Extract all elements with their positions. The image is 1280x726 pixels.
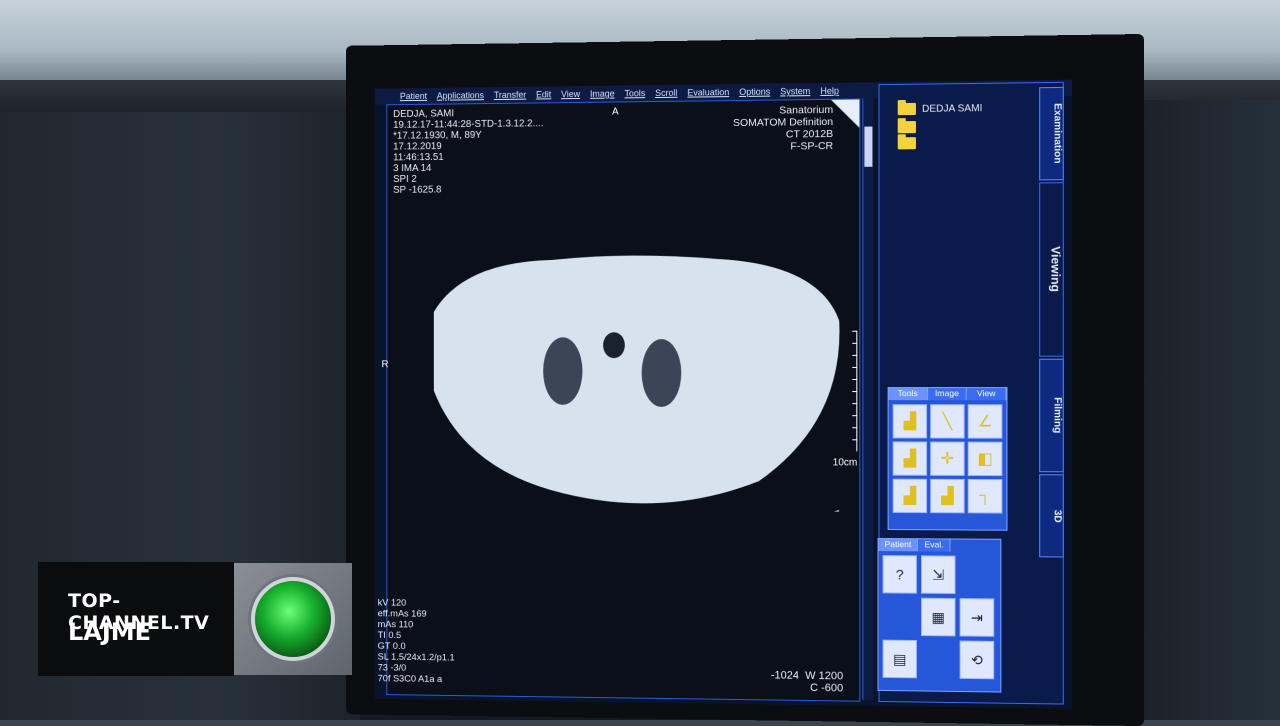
tab-viewing[interactable]: Viewing: [1039, 182, 1064, 357]
help-icon[interactable]: ?: [882, 555, 917, 594]
broadcast-section: LAJME: [68, 618, 152, 646]
scan-params-overlay: kV 120 eff.mAs 169 mAs 110 TI 0.5 GT 0.0…: [378, 598, 455, 686]
scale-label: 10cm: [832, 457, 858, 469]
ct-table-line-1: [424, 509, 839, 511]
screen: Patient Applications Transfer Edit View …: [374, 79, 1073, 709]
emblem-icon: [251, 577, 335, 661]
ct-body-outline: [433, 254, 840, 505]
menu-applications[interactable]: Applications: [437, 87, 484, 103]
menu-transfer[interactable]: Transfer: [494, 87, 526, 103]
tab-eval[interactable]: Eval.: [918, 539, 951, 552]
param-kv: kV 120: [377, 597, 407, 609]
patient-folder[interactable]: DEDJA SAMI: [897, 102, 983, 116]
menu-view[interactable]: View: [561, 86, 580, 102]
ct-lung-right: [543, 337, 583, 405]
patient-eval-palette: Patient Eval. ? ⇲ ▦ ⇥ ▤ ⟲: [877, 537, 1002, 693]
empty-slot: [960, 556, 995, 595]
param-effmas: eff.mAs 169: [377, 608, 427, 620]
image-viewport[interactable]: A R DEDJA, SAMI 19.12.17-11:44:28-STD-1.…: [378, 98, 861, 702]
folder-icon: [897, 102, 916, 116]
tools-grid: ▟ ╲ ∠ ▟ ✛ ◧ ▟ ▟ ┐: [889, 400, 1007, 517]
menu-scroll[interactable]: Scroll: [655, 85, 677, 101]
broadcast-logo: TOP-CHANNEL.TV LAJME: [38, 562, 234, 676]
menu-evaluation[interactable]: Evaluation: [687, 84, 729, 101]
tab-view[interactable]: View: [967, 388, 1007, 401]
scanner-model: SOMATOM Definition: [733, 115, 834, 130]
institution-name: Sanatorium: [779, 103, 834, 117]
menu-tools[interactable]: Tools: [624, 85, 645, 101]
folder-stack-icon[interactable]: ▤: [882, 639, 917, 679]
orientation-right: R: [381, 359, 389, 371]
monitor: Patient Applications Transfer Edit View …: [345, 33, 1145, 726]
rotate-icon[interactable]: ⟲: [959, 640, 995, 680]
folder-icon[interactable]: [897, 121, 916, 134]
menu-system[interactable]: System: [780, 83, 810, 99]
histogram-icon[interactable]: ▟: [892, 404, 928, 439]
window-level: -1024: [770, 669, 799, 682]
histogram-icon[interactable]: ▟: [892, 441, 928, 476]
menu-edit[interactable]: Edit: [536, 86, 551, 102]
institution-overlay: Sanatorium SOMATOM Definition CT 2012B F…: [733, 104, 833, 153]
window-overlay: -1024 W 1200 C -600: [771, 669, 843, 694]
slice-position: SP -1625.8: [393, 184, 442, 196]
patient-info-overlay: DEDJA, SAMI 19.12.17-11:44:28-STD-1.3.12…: [393, 107, 543, 195]
pe-tabs: Patient Eval.: [878, 538, 1001, 552]
ct-trachea: [603, 332, 625, 359]
layout-grid-icon[interactable]: ▦: [921, 597, 956, 637]
ct-scan-image: [405, 254, 860, 511]
tools-palette: Tools Image View ▟ ╲ ∠ ▟ ✛ ◧ ▟ ▟ ┐: [887, 387, 1008, 531]
window-width: W 1200: [805, 669, 844, 683]
menu-image[interactable]: Image: [590, 86, 615, 102]
load-icon[interactable]: ⇲: [921, 555, 956, 595]
histogram-icon[interactable]: ▟: [930, 478, 965, 514]
empty-slot: [883, 597, 917, 636]
tab-filming[interactable]: Filming: [1039, 358, 1064, 473]
background-wall-right: [1130, 100, 1280, 720]
scrollbar-thumb[interactable]: [864, 126, 873, 167]
study-id: 19.12.17-11:44:28-STD-1.3.12.2....: [393, 118, 544, 131]
corner-tool-icon[interactable]: ┐: [967, 478, 1003, 514]
menu-options[interactable]: Options: [739, 84, 770, 100]
empty-slot: [921, 640, 956, 679]
roi-tool-icon[interactable]: ◧: [967, 441, 1003, 477]
param-ti: TI 0.5: [377, 629, 402, 642]
angle-tool-icon[interactable]: ∠: [967, 404, 1003, 439]
param-kernel: 70f S3C0 A1a a: [377, 673, 443, 686]
param-mas: mAs 110: [377, 619, 414, 631]
orientation-code: F-SP-CR: [790, 140, 834, 153]
scanner-version: CT 2012B: [785, 127, 834, 141]
scale-bar: [850, 330, 858, 452]
tab-examination[interactable]: Examination: [1039, 86, 1064, 181]
line-tool-icon[interactable]: ╲: [930, 404, 965, 439]
tab-3d[interactable]: 3D: [1039, 474, 1064, 558]
orientation-anterior: A: [612, 106, 619, 118]
menu-patient[interactable]: Patient: [400, 88, 427, 104]
broadcast-emblem: [234, 563, 352, 675]
corner-marker[interactable]: [831, 99, 860, 128]
transfer-icon[interactable]: ⇥: [959, 598, 995, 637]
tools-tabs: Tools Image View: [888, 388, 1007, 401]
ct-lung-left: [641, 339, 682, 407]
window-center: C -600: [810, 681, 844, 695]
viewport-scrollbar[interactable]: [862, 98, 874, 700]
control-panel: DEDJA SAMI Examination Viewing Filming 3…: [877, 81, 1064, 705]
pe-grid: ? ⇲ ▦ ⇥ ▤ ⟲: [879, 551, 1001, 683]
tab-image[interactable]: Image: [927, 388, 968, 401]
menu-help[interactable]: Help: [820, 83, 839, 99]
folder-label: DEDJA SAMI: [922, 102, 983, 115]
tab-patient[interactable]: Patient: [878, 538, 919, 552]
tab-tools[interactable]: Tools: [888, 388, 928, 401]
histogram-icon[interactable]: ▟: [892, 478, 928, 514]
crosshair-icon[interactable]: ✛: [930, 441, 965, 476]
folder-icon[interactable]: [897, 137, 916, 150]
